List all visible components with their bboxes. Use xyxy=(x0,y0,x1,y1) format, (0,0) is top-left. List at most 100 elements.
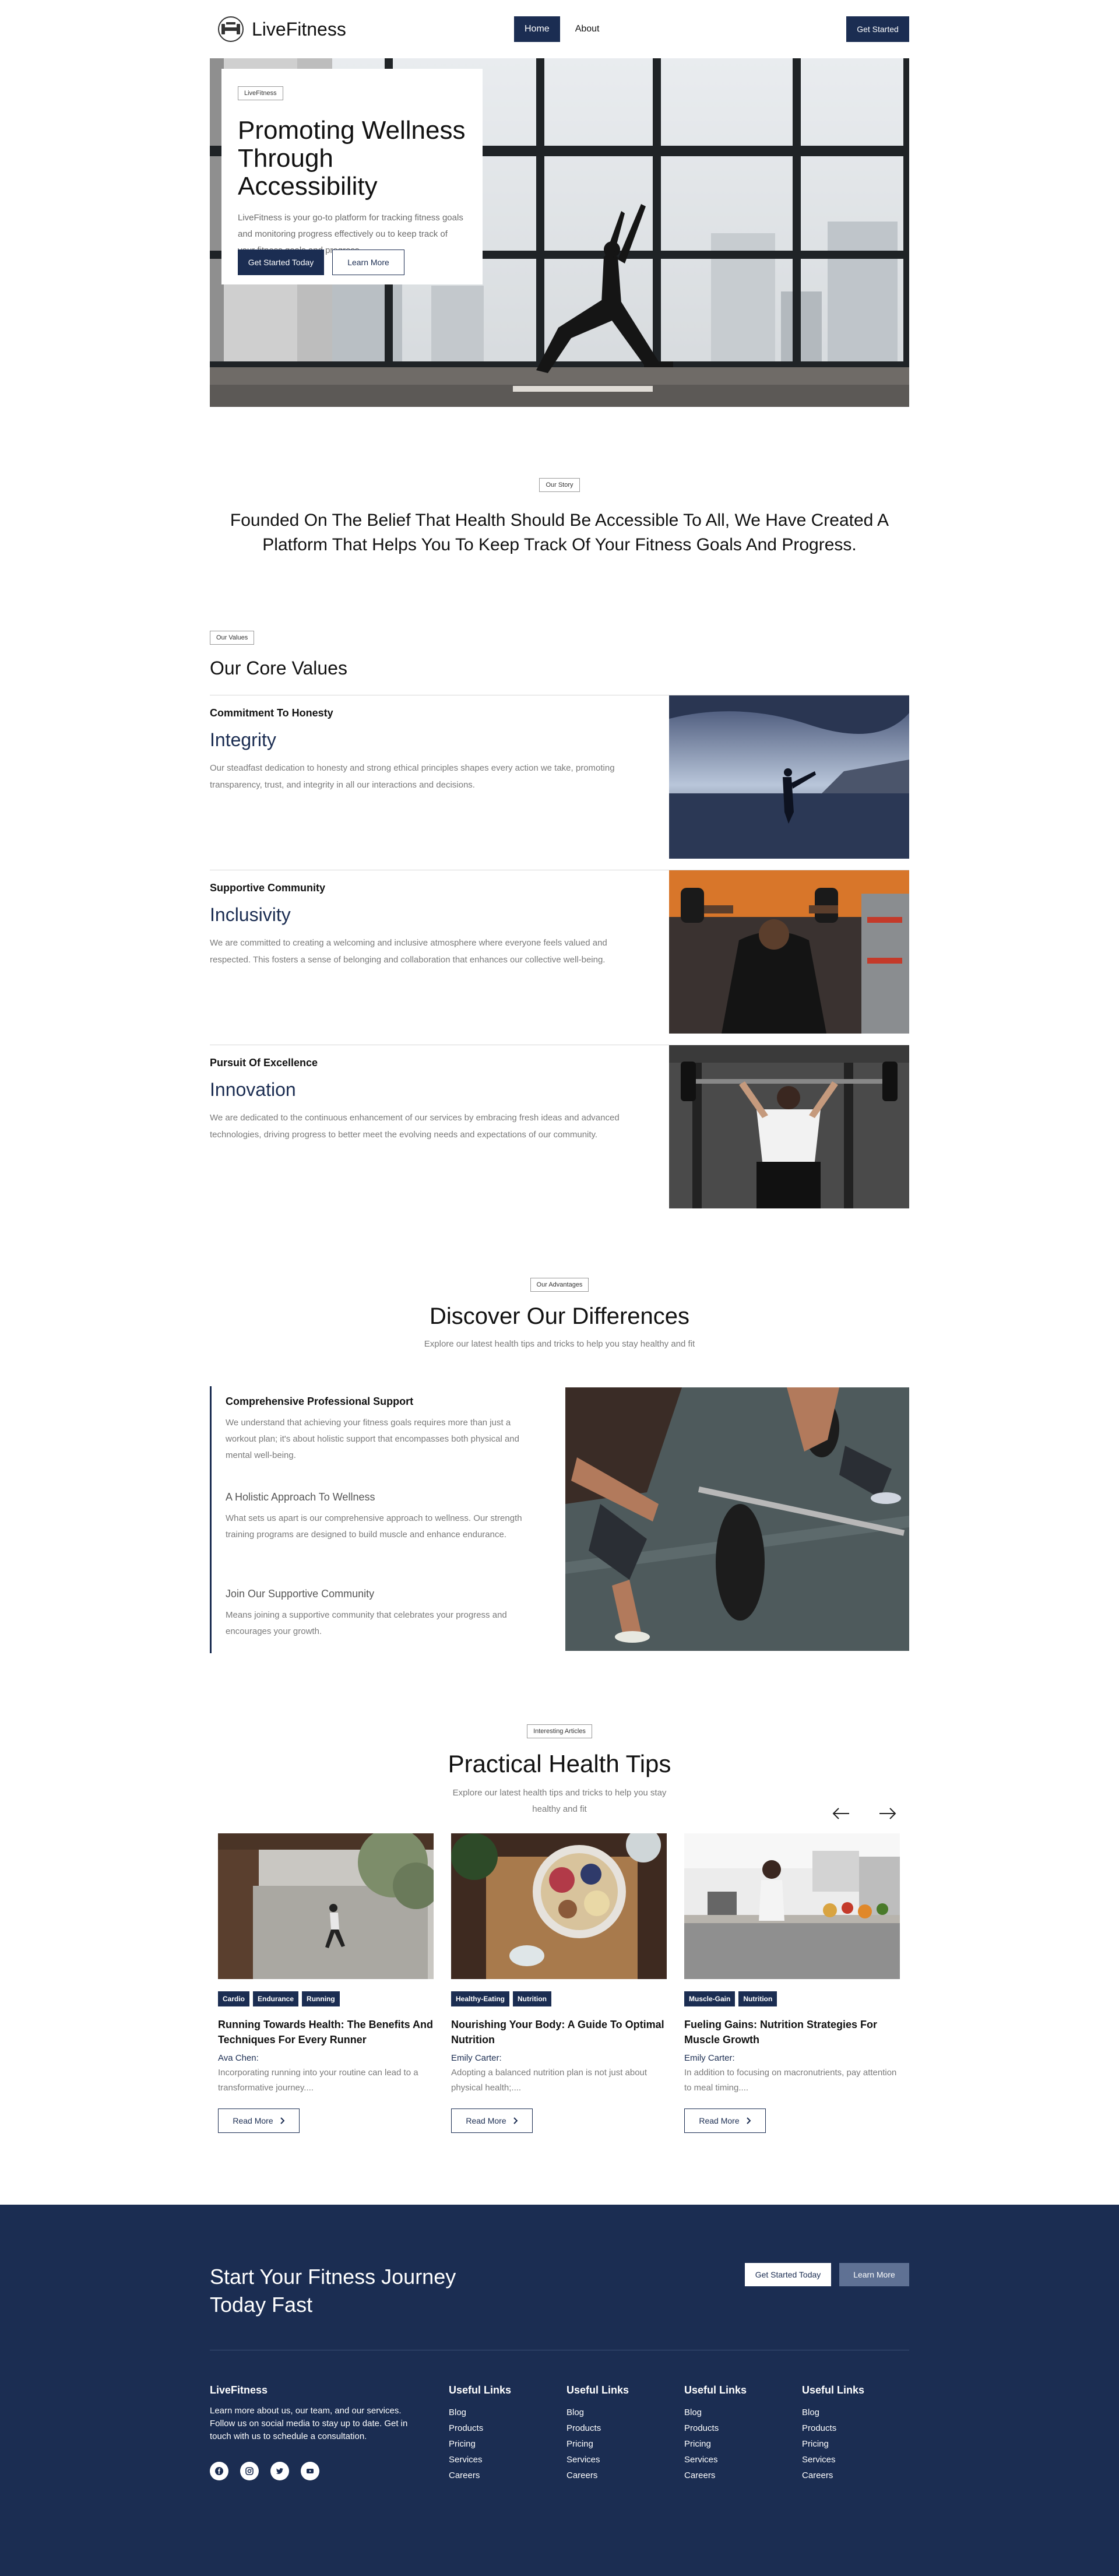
advantage-item[interactable]: A Holistic Approach To Wellness What set… xyxy=(226,1491,540,1543)
article-title[interactable]: Running Towards Health: The Benefits And… xyxy=(218,2017,434,2047)
article-excerpt: Incorporating running into your routine … xyxy=(218,2068,418,2093)
story-tag: Our Story xyxy=(539,478,580,492)
advantages-list: Comprehensive Professional Support We un… xyxy=(210,1386,525,1653)
footer-link[interactable]: Products xyxy=(684,2420,777,2436)
nutrition-image xyxy=(451,1828,667,1979)
hero-title: Promoting Wellness Through Accessibility xyxy=(238,116,466,201)
footer-link[interactable]: Services xyxy=(802,2452,895,2468)
footer-link[interactable]: Careers xyxy=(566,2468,660,2483)
advantage-title: A Holistic Approach To Wellness xyxy=(226,1491,375,1503)
values-section: Our Values Our Core Values Commitment To… xyxy=(210,631,909,1208)
value-description: Our steadfast dedication to honesty and … xyxy=(210,763,615,790)
value-subtitle: Pursuit Of Excellence xyxy=(210,1057,318,1069)
twitter-icon[interactable] xyxy=(270,2462,289,2480)
article-tag[interactable]: Muscle-Gain xyxy=(684,1991,736,2006)
nav-about[interactable]: About xyxy=(565,16,610,42)
weightlifting-image xyxy=(565,1387,909,1651)
header-get-started-button[interactable]: Get Started xyxy=(846,16,909,42)
values-tag: Our Values xyxy=(210,631,255,645)
footer-links-column: Useful Links Blog Products Pricing Servi… xyxy=(566,2384,660,2483)
article-tag[interactable]: Running xyxy=(302,1991,340,2006)
inclusivity-image xyxy=(669,870,909,1034)
article-tag[interactable]: Healthy-Eating xyxy=(451,1991,510,2006)
value-title: Inclusivity xyxy=(210,904,291,925)
article-tag[interactable]: Nutrition xyxy=(513,1991,552,2006)
nav-home[interactable]: Home xyxy=(514,16,560,42)
footer-link[interactable]: Careers xyxy=(684,2468,777,2483)
youtube-icon[interactable] xyxy=(301,2462,319,2480)
footer-brand: LiveFitness xyxy=(210,2384,268,2396)
main-nav: Home About xyxy=(514,16,610,42)
footer-link[interactable]: Products xyxy=(802,2420,895,2436)
footer-link[interactable]: Services xyxy=(684,2452,777,2468)
footer-links-column: Useful Links Blog Products Pricing Servi… xyxy=(449,2384,542,2483)
read-more-button[interactable]: Read More xyxy=(218,2108,300,2133)
footer-link[interactable]: Pricing xyxy=(802,2436,895,2452)
dumbbell-logo-icon xyxy=(218,16,244,42)
hero-get-started-button[interactable]: Get Started Today xyxy=(238,249,324,275)
footer-about: LiveFitness Learn more about us, our tea… xyxy=(210,2384,408,2480)
article-tag[interactable]: Cardio xyxy=(218,1991,250,2006)
article-title[interactable]: Nourishing Your Body: A Guide To Optimal… xyxy=(451,2017,667,2047)
site-footer: Start Your Fitness Journey Today Fast Ge… xyxy=(0,2205,1119,2576)
advantage-description: Means joining a supportive community tha… xyxy=(226,1610,507,1636)
article-title[interactable]: Fueling Gains: Nutrition Strategies For … xyxy=(684,2017,900,2047)
footer-learn-more-button[interactable]: Learn More xyxy=(839,2263,909,2286)
advantage-item[interactable]: Join Our Supportive Community Means join… xyxy=(226,1588,540,1640)
kitchen-image xyxy=(684,1833,900,1979)
article-tag[interactable]: Endurance xyxy=(253,1991,299,2006)
advantage-title: Comprehensive Professional Support xyxy=(226,1396,414,1407)
social-links xyxy=(210,2462,408,2480)
advantage-description: What sets us apart is our comprehensive … xyxy=(226,1513,522,1540)
footer-link[interactable]: Services xyxy=(566,2452,660,2468)
footer-link[interactable]: Blog xyxy=(449,2405,542,2420)
brand-logo[interactable]: LiveFitness xyxy=(217,15,346,43)
read-more-button[interactable]: Read More xyxy=(684,2108,766,2133)
footer-column-title: Useful Links xyxy=(802,2384,865,2396)
facebook-icon[interactable] xyxy=(210,2462,228,2480)
footer-link[interactable]: Products xyxy=(449,2420,542,2436)
footer-link[interactable]: Blog xyxy=(566,2405,660,2420)
footer-get-started-button[interactable]: Get Started Today xyxy=(745,2263,831,2286)
article-excerpt: Adopting a balanced nutrition plan is no… xyxy=(451,2068,648,2093)
hero-section: LiveFitness Promoting Wellness Through A… xyxy=(210,58,909,407)
arrow-left-icon[interactable] xyxy=(829,1801,853,1826)
instagram-icon[interactable] xyxy=(240,2462,259,2480)
footer-link[interactable]: Pricing xyxy=(449,2436,542,2452)
value-title: Integrity xyxy=(210,729,276,750)
value-subtitle: Commitment To Honesty xyxy=(210,707,333,719)
articles-header: Interesting Articles Practical Health Ti… xyxy=(210,1724,909,1818)
story-text: Founded On The Belief That Health Should… xyxy=(230,511,889,554)
hero-learn-more-button[interactable]: Learn More xyxy=(332,249,404,275)
footer-link[interactable]: Products xyxy=(566,2420,660,2436)
footer-column-title: Useful Links xyxy=(684,2384,747,2396)
article-tags: Muscle-Gain Nutrition xyxy=(684,1991,900,2006)
arrow-right-icon[interactable] xyxy=(875,1801,900,1826)
value-row: Pursuit Of Excellence Innovation We are … xyxy=(210,1045,909,1209)
carousel-controls xyxy=(829,1801,900,1826)
footer-about-text: Learn more about us, our team, and our s… xyxy=(210,2406,408,2441)
chevron-right-icon xyxy=(513,2117,518,2124)
footer-link[interactable]: Pricing xyxy=(684,2436,777,2452)
values-title: Our Core Values xyxy=(210,658,347,679)
footer-link[interactable]: Services xyxy=(449,2452,542,2468)
footer-link[interactable]: Careers xyxy=(802,2468,895,2483)
articles-title: Practical Health Tips xyxy=(448,1750,671,1777)
article-tag[interactable]: Nutrition xyxy=(738,1991,777,2006)
brand-name: LiveFitness xyxy=(252,18,346,40)
read-more-label: Read More xyxy=(699,2116,740,2125)
read-more-button[interactable]: Read More xyxy=(451,2108,533,2133)
advantage-title: Join Our Supportive Community xyxy=(226,1588,375,1600)
advantage-item[interactable]: Comprehensive Professional Support We un… xyxy=(226,1396,540,1464)
chevron-right-icon xyxy=(280,2117,285,2124)
footer-link[interactable]: Pricing xyxy=(566,2436,660,2452)
footer-link[interactable]: Careers xyxy=(449,2468,542,2483)
footer-link[interactable]: Blog xyxy=(802,2405,895,2420)
article-author: Emily Carter: xyxy=(451,2053,502,2063)
advantages-title: Discover Our Differences xyxy=(429,1303,690,1329)
value-description: We are committed to creating a welcoming… xyxy=(210,938,607,965)
story-section: Our Story Founded On The Belief That Hea… xyxy=(210,478,909,557)
value-description: We are dedicated to the continuous enhan… xyxy=(210,1113,620,1140)
footer-links-column: Useful Links Blog Products Pricing Servi… xyxy=(684,2384,777,2483)
footer-link[interactable]: Blog xyxy=(684,2405,777,2420)
